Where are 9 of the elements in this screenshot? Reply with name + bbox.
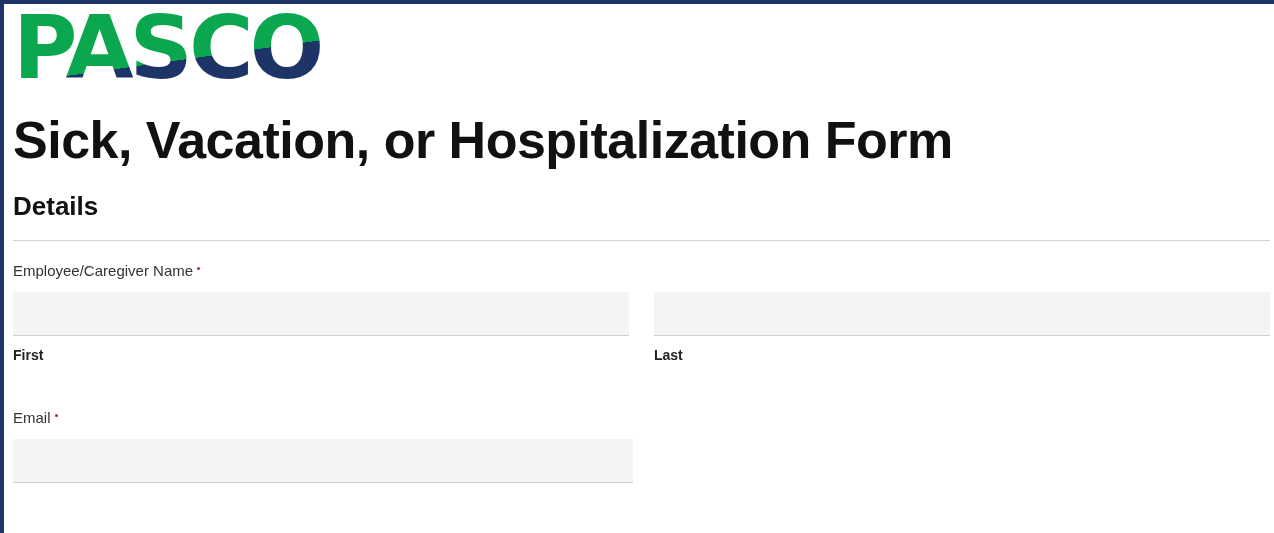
input-field[interactable] [13, 292, 629, 336]
input-field[interactable] [13, 439, 633, 483]
field-label: Email [13, 408, 51, 428]
section-heading: Details [13, 190, 99, 222]
field-label: Employee/Caregiver Name [13, 261, 194, 281]
field-sublabel: Last [654, 346, 683, 364]
page-title: Sick, Vacation, or Hospitalization Form [13, 110, 953, 170]
field-sublabel: First [13, 346, 44, 364]
input-field[interactable] [654, 292, 1270, 336]
